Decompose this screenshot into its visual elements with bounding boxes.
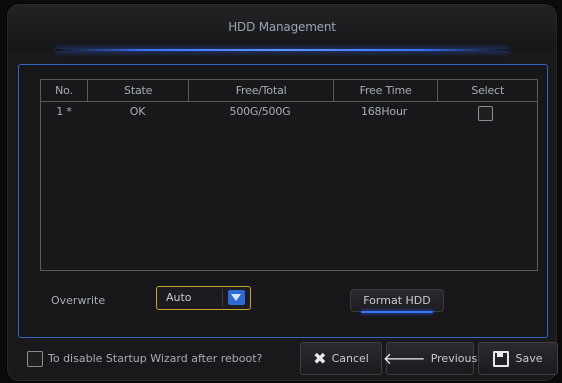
startup-wizard-label: To disable Startup Wizard after reboot? xyxy=(48,352,263,365)
col-select: Select xyxy=(471,84,505,97)
floppy-icon xyxy=(493,350,510,367)
title-bar: HDD Management xyxy=(8,5,556,51)
overwrite-select[interactable]: Auto xyxy=(156,286,251,310)
cancel-button[interactable]: ✖ Cancel xyxy=(300,342,382,375)
select-checkbox[interactable] xyxy=(478,106,493,121)
chevron-down-icon[interactable] xyxy=(228,290,245,305)
cell-select xyxy=(436,102,535,126)
startup-wizard-checkbox[interactable] xyxy=(27,351,43,367)
format-hdd-button[interactable]: Format HDD xyxy=(350,289,444,313)
dialog-title: HDD Management xyxy=(228,20,336,34)
select-divider xyxy=(222,289,223,307)
title-underline xyxy=(56,49,508,51)
save-label: Save xyxy=(515,352,543,365)
overwrite-value: Auto xyxy=(166,291,192,304)
arrow-left-icon: 🡐 xyxy=(382,348,426,368)
cell-no: 1 * xyxy=(56,105,72,118)
overwrite-label: Overwrite xyxy=(51,294,106,307)
previous-label: Previous xyxy=(430,352,478,365)
cell-free-total: 500G/500G xyxy=(229,105,291,118)
col-no: No. xyxy=(41,80,88,101)
save-button[interactable]: Save xyxy=(478,342,558,375)
previous-button[interactable]: 🡐 Previous xyxy=(382,342,477,375)
cell-state: OK xyxy=(129,105,146,118)
col-state: State xyxy=(88,80,190,101)
x-icon: ✖ xyxy=(313,348,327,368)
cancel-label: Cancel xyxy=(331,352,369,365)
hdd-management-dialog: HDD Management No. State Free/Total Free… xyxy=(7,4,558,381)
col-free-time: Free Time xyxy=(334,80,439,101)
cell-free-time: 168Hour xyxy=(360,105,408,118)
col-free-total: Free/Total xyxy=(189,80,334,101)
content-panel: No. State Free/Total Free Time Select 1 … xyxy=(18,64,548,338)
table-header: No. State Free/Total Free Time Select xyxy=(41,80,537,102)
hdd-table: No. State Free/Total Free Time Select 1 … xyxy=(40,79,538,271)
table-row[interactable]: 1 * OK 500G/500G 168Hour xyxy=(41,102,537,126)
